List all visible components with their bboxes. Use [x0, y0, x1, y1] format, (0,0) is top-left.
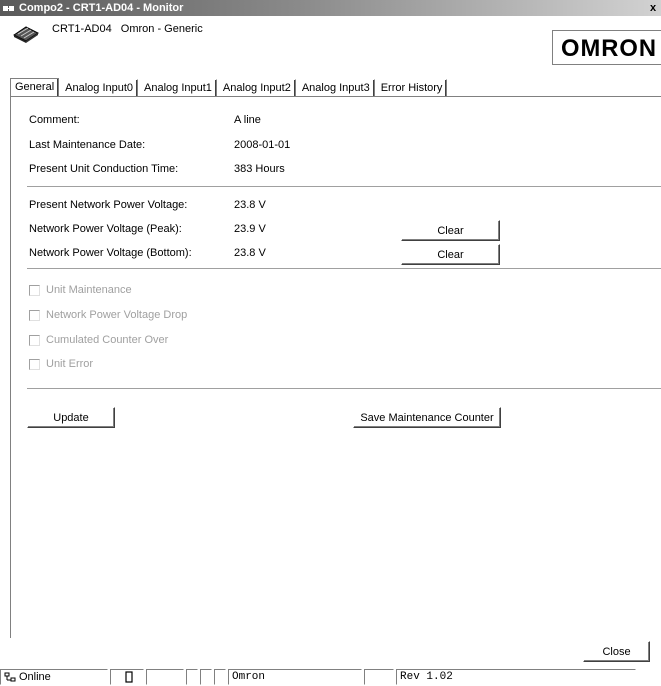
comment-value: A line	[234, 114, 261, 126]
tab-general[interactable]: General	[10, 78, 60, 97]
window-title: Compo2 - CRT1-AD04 - Monitor	[19, 2, 184, 14]
tab-analog-input0[interactable]: Analog Input0	[60, 79, 139, 97]
device-vendor: Omron - Generic	[120, 23, 203, 35]
comment-label: Comment:	[29, 114, 80, 126]
status-vendor-cell: Omron	[228, 669, 362, 685]
device-header: CRT1-AD04 Omron - Generic OMRON	[0, 17, 661, 73]
last-maintenance-label: Last Maintenance Date:	[29, 139, 146, 151]
last-maintenance-value: 2008-01-01	[234, 139, 291, 151]
status-cell	[364, 669, 394, 685]
conduction-time-label: Present Unit Conduction Time:	[29, 163, 179, 175]
checkbox-label: Unit Maintenance	[46, 284, 132, 296]
window-titlebar[interactable]: Compo2 - CRT1-AD04 - Monitor x	[0, 0, 661, 16]
status-cell	[200, 669, 212, 685]
device-identity: CRT1-AD04 Omron - Generic	[52, 23, 209, 35]
status-cell	[186, 669, 198, 685]
tab-strip: General Analog Input0 Analog Input1 Anal…	[10, 78, 448, 97]
status-online-text: Online	[19, 671, 51, 683]
status-cell	[146, 669, 184, 685]
status-cell	[214, 669, 226, 685]
network-online-icon	[4, 672, 16, 681]
checkbox-box	[29, 334, 40, 346]
status-bar: Online Omron Rev 1.02	[0, 669, 661, 686]
peak-voltage-value: 23.9 V	[234, 223, 266, 235]
bottom-voltage-label: Network Power Voltage (Bottom):	[29, 247, 192, 259]
save-maintenance-counter-button[interactable]: Save Maintenance Counter	[353, 407, 501, 428]
svg-text:OMRON: OMRON	[561, 36, 657, 60]
tab-analog-input2[interactable]: Analog Input2	[217, 79, 296, 97]
conduction-time-value: 383 Hours	[234, 163, 285, 175]
device-module-icon	[13, 26, 39, 43]
network-voltage-label: Present Network Power Voltage:	[29, 199, 188, 211]
unit-maintenance-checkbox[interactable]: Unit Maintenance	[29, 284, 132, 296]
bottom-voltage-value: 23.8 V	[234, 247, 266, 259]
divider	[27, 186, 661, 188]
checkbox-label: Cumulated Counter Over	[46, 334, 169, 346]
peak-voltage-label: Network Power Voltage (Peak):	[29, 223, 182, 235]
update-button[interactable]: Update	[27, 407, 115, 428]
checkbox-label: Unit Error	[46, 358, 94, 370]
tab-error-history[interactable]: Error History	[375, 79, 448, 97]
app-icon	[3, 5, 14, 11]
checkbox-label: Network Power Voltage Drop	[46, 309, 188, 321]
tab-analog-input1[interactable]: Analog Input1	[139, 79, 217, 97]
checkbox-box	[29, 358, 40, 370]
omron-logo: OMRON	[552, 30, 661, 65]
close-window-button[interactable]: x	[646, 1, 660, 15]
divider	[27, 268, 661, 270]
network-voltage-value: 23.8 V	[234, 199, 266, 211]
divider	[27, 388, 661, 390]
omron-logo-graphic: OMRON	[561, 36, 657, 60]
cumulated-counter-over-checkbox[interactable]: Cumulated Counter Over	[29, 334, 168, 346]
clear-bottom-button[interactable]: Clear	[401, 244, 500, 265]
close-button[interactable]: Close	[583, 641, 650, 662]
unit-error-checkbox[interactable]: Unit Error	[29, 358, 93, 370]
network-voltage-drop-checkbox[interactable]: Network Power Voltage Drop	[29, 309, 187, 321]
clear-peak-button[interactable]: Clear	[401, 220, 500, 241]
status-cell	[110, 669, 144, 685]
checkbox-box	[29, 284, 40, 296]
general-tab-panel: Comment: A line Last Maintenance Date: 2…	[10, 96, 661, 638]
status-online-cell: Online	[0, 669, 108, 685]
card-icon	[124, 671, 133, 683]
device-model: CRT1-AD04	[52, 23, 112, 35]
tab-analog-input3[interactable]: Analog Input3	[296, 79, 375, 97]
checkbox-box	[29, 309, 40, 321]
status-rev-cell: Rev 1.02	[396, 669, 636, 685]
